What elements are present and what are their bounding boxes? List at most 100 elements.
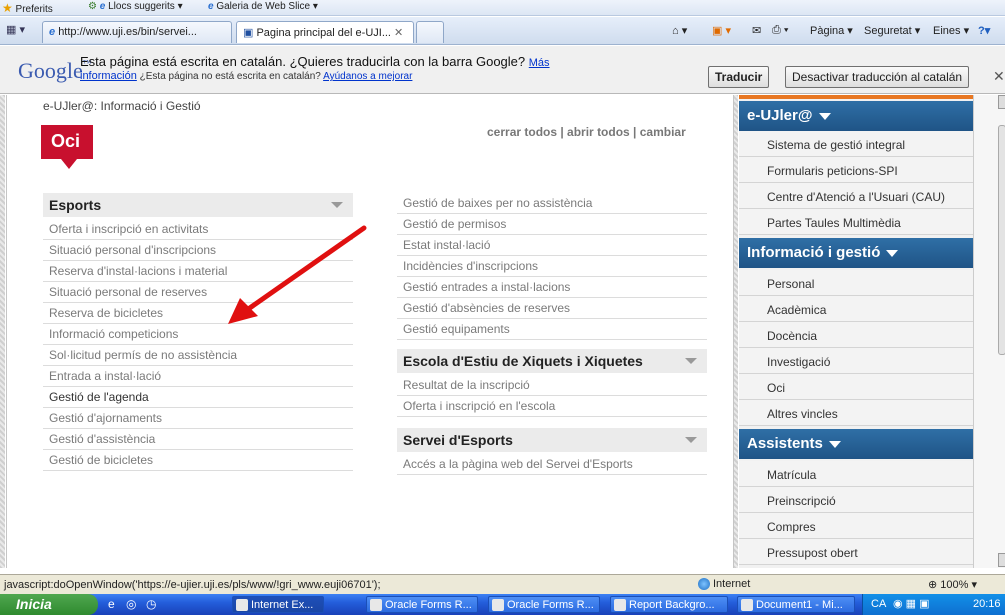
esports-header[interactable]: Esports — [43, 193, 353, 217]
info-link[interactable]: información — [80, 70, 137, 82]
list-item[interactable]: Gestió entrades a instal·lacions — [397, 277, 707, 298]
sidebar-group-assistents[interactable]: Assistents — [739, 429, 973, 459]
chevron-down-icon — [818, 112, 831, 120]
start-button[interactable]: Inicia — [0, 594, 98, 615]
sidebar-item[interactable]: Investigació — [739, 348, 973, 374]
language-indicator[interactable]: CA — [871, 598, 886, 610]
status-bar: javascript:doOpenWindow('https://e-ujier… — [0, 574, 1005, 594]
clock-quicklaunch-icon[interactable]: ◷ — [146, 597, 156, 611]
system-tray: CA ◉ ▦ ▣ 20:16 — [862, 594, 1005, 615]
scroll-down-button[interactable] — [998, 553, 1005, 567]
tools-menu[interactable]: Eines ▾ — [933, 24, 969, 37]
page-content: e-UJler@: Informació i Gestió Oci cerrar… — [6, 95, 734, 568]
servei-esports-header[interactable]: Servei d'Esports — [397, 428, 707, 452]
list-item[interactable]: Gestió de permisos — [397, 214, 707, 235]
list-item[interactable]: Gestió de baixes per no assistència — [397, 193, 707, 214]
list-item[interactable]: Gestió d'ajornaments — [43, 408, 353, 429]
breadcrumb: e-UJler@: Informació i Gestió — [43, 99, 201, 113]
page-margin-left — [0, 95, 5, 568]
vertical-scrollbar[interactable] — [973, 95, 1005, 568]
sidebar-item[interactable]: Oci — [739, 374, 973, 400]
safety-menu[interactable]: Seguretat ▾ — [864, 24, 920, 37]
status-url: javascript:doOpenWindow('https://e-ujier… — [4, 579, 381, 591]
app-quicklaunch-icon[interactable]: ◎ — [126, 597, 136, 611]
list-item[interactable]: Gestió d'absències de reserves — [397, 298, 707, 319]
close-tab-icon[interactable]: ✕ — [394, 27, 403, 39]
ie-icon — [236, 599, 248, 611]
globe-icon — [698, 578, 710, 591]
taskbar-button[interactable]: Document1 - Mi... — [737, 596, 855, 613]
sidebar-item[interactable]: Personal — [739, 270, 973, 296]
sidebar-item[interactable]: Matrícula — [739, 461, 973, 487]
app-icon — [370, 599, 382, 611]
suggested-sites-icon: ⚙ — [88, 1, 97, 12]
sidebar-accent — [739, 95, 973, 99]
sidebar-item[interactable]: Altres vincles — [739, 400, 973, 426]
home-icon[interactable]: ⌂ ▾ — [672, 24, 687, 37]
help-improve-link[interactable]: Ayúdanos a mejorar — [323, 71, 412, 82]
collapse-triangle-icon — [685, 437, 697, 443]
sidebar-item[interactable]: Docència — [739, 322, 973, 348]
taskbar-button[interactable]: Oracle Forms R... — [366, 596, 478, 613]
collapse-triangle-icon — [331, 202, 343, 208]
translate-note: información ¿Esta página no está escrita… — [80, 70, 413, 82]
new-tab-button[interactable] — [416, 21, 444, 43]
sidebar: e-UJler@ Sistema de gestió integral Form… — [739, 95, 973, 568]
chevron-down-icon — [828, 440, 841, 448]
ie-quicklaunch-icon[interactable]: e — [108, 597, 115, 611]
favorites-bar: ★ Preferits ⚙ e Llocs suggerits ▾ e Gale… — [0, 0, 1005, 16]
collapse-triangle-icon — [685, 358, 697, 364]
sidebar-item[interactable]: Partes Taules Multimèdia — [739, 209, 973, 235]
list-item[interactable]: Accés a la pàgina web del Servei d'Espor… — [397, 454, 707, 475]
sidebar-item[interactable]: Sistema de gestió integral — [739, 131, 973, 157]
list-item[interactable]: Resultat de la inscripció — [397, 375, 707, 396]
taskbar-button[interactable]: Report Backgro... — [610, 596, 728, 613]
sidebar-item[interactable]: Pressupost obert — [739, 539, 973, 565]
list-item[interactable]: Oferta i inscripció en l'escola — [397, 396, 707, 417]
taskbar-button[interactable]: Oracle Forms R... — [488, 596, 600, 613]
list-item[interactable]: Gestió de l'agenda — [43, 387, 353, 408]
sidebar-item[interactable]: Centre d'Atenció a l'Usuari (CAU) — [739, 183, 973, 209]
list-item[interactable]: Incidències d'inscripcions — [397, 256, 707, 277]
sidebar-group-informacio[interactable]: Informació i gestió — [739, 238, 973, 268]
help-menu[interactable]: ?▾ — [978, 24, 990, 37]
expand-collapse-links[interactable]: cerrar todos | abrir todos | cambiar — [487, 125, 686, 139]
tab-pagina-principal[interactable]: ▣ Pagina principal del e-UJI... ✕ — [236, 21, 414, 43]
more-info-link[interactable]: Más — [529, 57, 550, 69]
list-item[interactable]: Gestió d'assistència — [43, 429, 353, 450]
security-zone: Internet — [698, 578, 750, 591]
translate-bar: Google™ Esta página está escrita en cata… — [0, 46, 1005, 94]
web-slice-gallery-link[interactable]: e Galeria de Web Slice ▾ — [208, 1, 318, 12]
suggested-sites-link[interactable]: ⚙ e Llocs suggerits ▾ — [88, 1, 183, 12]
list-item[interactable]: Gestió equipaments — [397, 319, 707, 340]
page-menu[interactable]: Pàgina ▾ — [810, 24, 853, 37]
list-item[interactable]: Entrada a instal·lació — [43, 366, 353, 387]
tray-icons[interactable]: ◉ ▦ ▣ — [893, 597, 930, 610]
quick-tabs-icon[interactable]: ▦ ▾ — [6, 23, 25, 36]
sidebar-item[interactable]: Acadèmica — [739, 296, 973, 322]
close-translate-bar-icon[interactable]: ✕ — [993, 68, 1005, 85]
sidebar-item[interactable]: Compres — [739, 513, 973, 539]
scroll-thumb[interactable] — [998, 125, 1005, 355]
list-item[interactable]: Estat instal·lació — [397, 235, 707, 256]
tab-uji-servei[interactable]: e http://www.uji.es/bin/servei... — [42, 21, 232, 43]
page-icon: ▣ — [243, 27, 254, 39]
translate-button[interactable]: Traducir — [708, 66, 770, 88]
sidebar-item[interactable]: Preinscripció — [739, 487, 973, 513]
disable-translation-button[interactable]: Desactivar traducción al catalán — [785, 66, 970, 88]
taskbar-button[interactable]: Internet Ex... — [232, 596, 324, 613]
red-arrow-annotation — [228, 225, 367, 324]
favorites-button[interactable]: ★ Preferits — [2, 1, 53, 15]
sidebar-item[interactable]: Formularis peticions-SPI — [739, 157, 973, 183]
escola-estiu-header[interactable]: Escola d'Estiu de Xiquets i Xiquetes — [397, 349, 707, 373]
browser-window: ★ Preferits ⚙ e Llocs suggerits ▾ e Gale… — [0, 0, 1005, 615]
mail-icon[interactable]: ✉ — [752, 24, 761, 37]
section-badge: Oci — [41, 125, 93, 169]
feeds-icon[interactable]: ▣ ▾ — [712, 24, 731, 37]
list-item[interactable]: Gestió de bicicletes — [43, 450, 353, 471]
zoom-level[interactable]: ⊕ 100% ▾ — [928, 578, 977, 591]
scroll-up-button[interactable] — [998, 95, 1005, 109]
sidebar-group-eujier[interactable]: e-UJler@ — [739, 101, 973, 131]
print-icon[interactable]: ⎙ ▾ — [772, 24, 788, 37]
list-item[interactable]: Sol·licitud permís de no assistència — [43, 345, 353, 366]
